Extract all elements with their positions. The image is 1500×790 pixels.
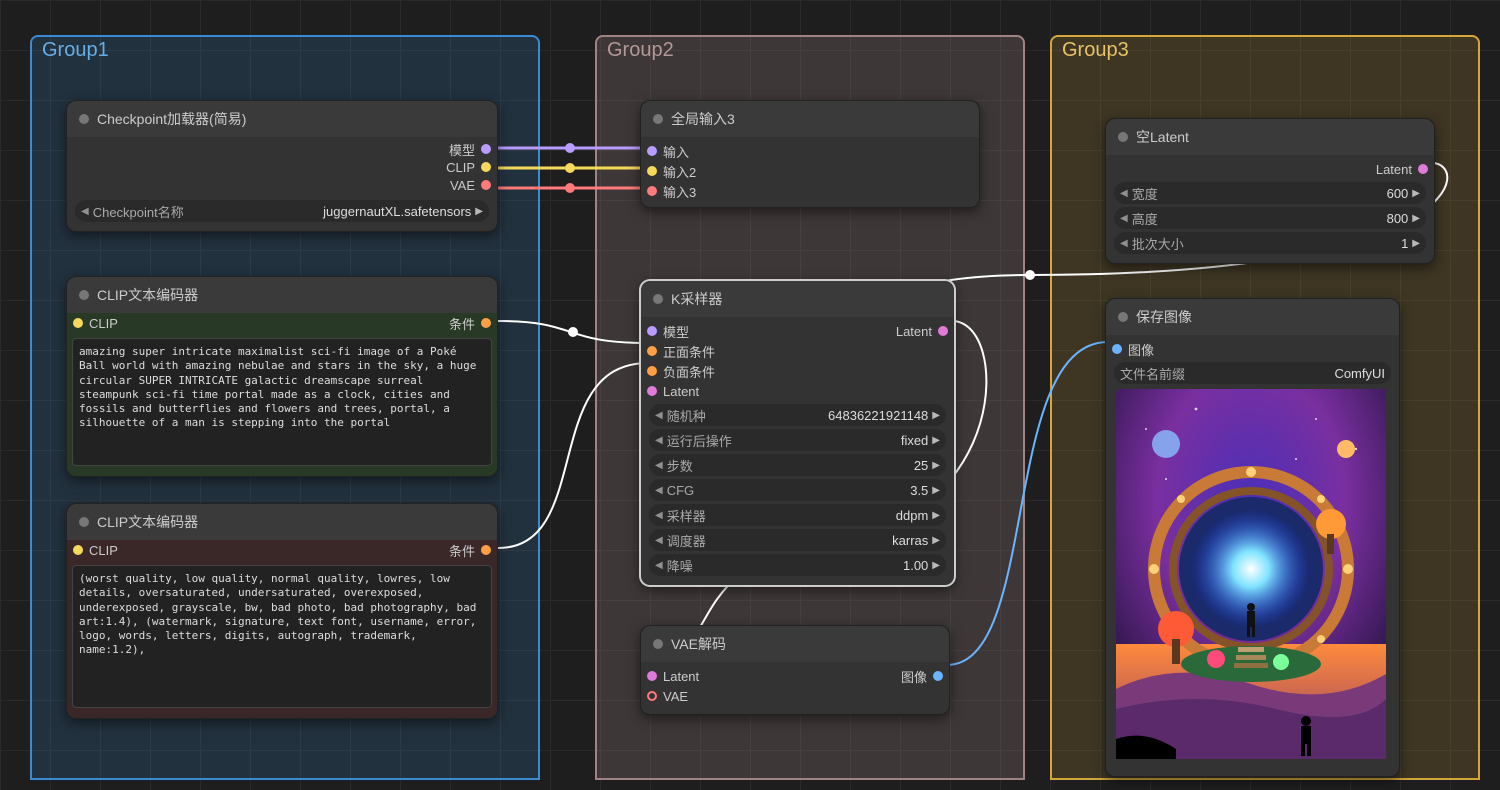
input-label: Latent [663, 384, 699, 399]
filename-prefix-widget[interactable]: 文件名前缀 ComfyUI [1114, 362, 1391, 384]
node-header[interactable]: 全局输入3 [641, 101, 979, 137]
port-clip-in[interactable] [73, 545, 83, 555]
output-label: VAE [450, 178, 475, 193]
port-cond-out[interactable] [481, 318, 491, 328]
node-title: CLIP文本编码器 [97, 512, 198, 532]
param-widget[interactable]: ◀批次大小1▶ [1114, 232, 1426, 254]
port-neg-in[interactable] [647, 366, 657, 376]
input-label: Latent [663, 669, 699, 684]
port-latent-in[interactable] [647, 386, 657, 396]
port-latent-in[interactable] [647, 671, 657, 681]
node-clip-text-encode-positive[interactable]: CLIP文本编码器 CLIP 条件 [66, 276, 498, 477]
collapse-icon[interactable] [79, 290, 89, 300]
group-title[interactable]: Group3 [1050, 35, 1480, 68]
output-label: 图像 [901, 667, 927, 686]
node-checkpoint-loader[interactable]: Checkpoint加载器(简易) 模型 CLIP VAE ◀Checkpoin… [66, 100, 498, 232]
param-widget[interactable]: ◀宽度600▶ [1114, 182, 1426, 204]
param-widget[interactable]: ◀调度器karras▶ [649, 529, 946, 551]
port-vae-out[interactable] [481, 180, 491, 190]
input-label: 输入3 [663, 182, 696, 201]
collapse-icon[interactable] [1118, 132, 1128, 142]
port-clip-out[interactable] [481, 162, 491, 172]
param-widget[interactable]: ◀步数25▶ [649, 454, 946, 476]
node-global-inputs[interactable]: 全局输入3 输入 输入2 输入3 [640, 100, 980, 208]
node-header[interactable]: CLIP文本编码器 [67, 277, 497, 313]
port-cond-out[interactable] [481, 545, 491, 555]
param-widget[interactable]: ◀采样器ddpm▶ [649, 504, 946, 526]
positive-prompt-text[interactable] [72, 338, 492, 466]
negative-prompt-text[interactable] [72, 565, 492, 708]
param-widget[interactable]: ◀随机种64836221921148▶ [649, 404, 946, 426]
group-title[interactable]: Group1 [30, 35, 540, 68]
collapse-icon[interactable] [79, 114, 89, 124]
port-model-in[interactable] [647, 326, 657, 336]
port-vae-in[interactable] [647, 691, 657, 701]
node-header[interactable]: K采样器 [641, 281, 954, 317]
node-header[interactable]: 空Latent [1106, 119, 1434, 155]
input-label: VAE [663, 689, 688, 704]
port-clip-in[interactable] [73, 318, 83, 328]
node-title: K采样器 [671, 289, 722, 309]
ckpt-name-widget[interactable]: ◀Checkpoint名称 juggernautXL.safetensors▶ [75, 200, 489, 222]
param-widget[interactable]: ◀CFG3.5▶ [649, 479, 946, 501]
node-header[interactable]: Checkpoint加载器(简易) [67, 101, 497, 137]
port-pos-in[interactable] [647, 346, 657, 356]
port-image-in[interactable] [1112, 344, 1122, 354]
node-save-image[interactable]: 保存图像 图像 文件名前缀 ComfyUI [1105, 298, 1400, 777]
port-image-out[interactable] [933, 671, 943, 681]
param-widget[interactable]: ◀降噪1.00▶ [649, 554, 946, 576]
node-clip-text-encode-negative[interactable]: CLIP文本编码器 CLIP 条件 [66, 503, 498, 719]
node-header[interactable]: CLIP文本编码器 [67, 504, 497, 540]
node-title: 空Latent [1136, 127, 1189, 147]
output-label: 模型 [449, 140, 475, 159]
output-label: CLIP [446, 160, 475, 175]
output-label: 条件 [449, 541, 475, 560]
output-label: Latent [896, 324, 932, 339]
port-in2[interactable] [647, 166, 657, 176]
output-preview-image[interactable] [1116, 389, 1389, 764]
node-vae-decode[interactable]: VAE解码 Latent 图像 VAE [640, 625, 950, 715]
param-widget[interactable]: ◀高度800▶ [1114, 207, 1426, 229]
input-label: 图像 [1128, 340, 1154, 359]
input-label: 模型 [663, 322, 689, 341]
node-title: Checkpoint加载器(简易) [97, 109, 246, 129]
collapse-icon[interactable] [79, 517, 89, 527]
input-label: CLIP [89, 543, 118, 558]
collapse-icon[interactable] [653, 639, 663, 649]
port-in1[interactable] [647, 146, 657, 156]
output-label: 条件 [449, 314, 475, 333]
input-label: 输入2 [663, 162, 696, 181]
node-header[interactable]: 保存图像 [1106, 299, 1399, 335]
output-label: Latent [1376, 162, 1412, 177]
port-model-out[interactable] [481, 144, 491, 154]
node-title: 全局输入3 [671, 109, 735, 129]
group-title[interactable]: Group2 [595, 35, 1025, 68]
param-widget[interactable]: ◀运行后操作fixed▶ [649, 429, 946, 451]
node-empty-latent[interactable]: 空Latent Latent ◀宽度600▶ ◀高度800▶ ◀批次大小1▶ [1105, 118, 1435, 264]
node-title: VAE解码 [671, 634, 726, 654]
port-latent-out[interactable] [1418, 164, 1428, 174]
collapse-icon[interactable] [653, 114, 663, 124]
input-label: CLIP [89, 316, 118, 331]
collapse-icon[interactable] [1118, 312, 1128, 322]
input-label: 输入 [663, 142, 689, 161]
node-title: CLIP文本编码器 [97, 285, 198, 305]
node-ksampler[interactable]: K采样器 模型 Latent 正面条件 负面条件 Latent ◀随机种6483… [640, 280, 955, 586]
port-in3[interactable] [647, 186, 657, 196]
input-label: 正面条件 [663, 342, 715, 361]
node-title: 保存图像 [1136, 307, 1192, 327]
collapse-icon[interactable] [653, 294, 663, 304]
input-label: 负面条件 [663, 362, 715, 381]
port-latent-out[interactable] [938, 326, 948, 336]
node-header[interactable]: VAE解码 [641, 626, 949, 662]
ksampler-widgets: ◀随机种64836221921148▶ ◀运行后操作fixed▶ ◀步数25▶ ◀CF… [641, 404, 954, 576]
